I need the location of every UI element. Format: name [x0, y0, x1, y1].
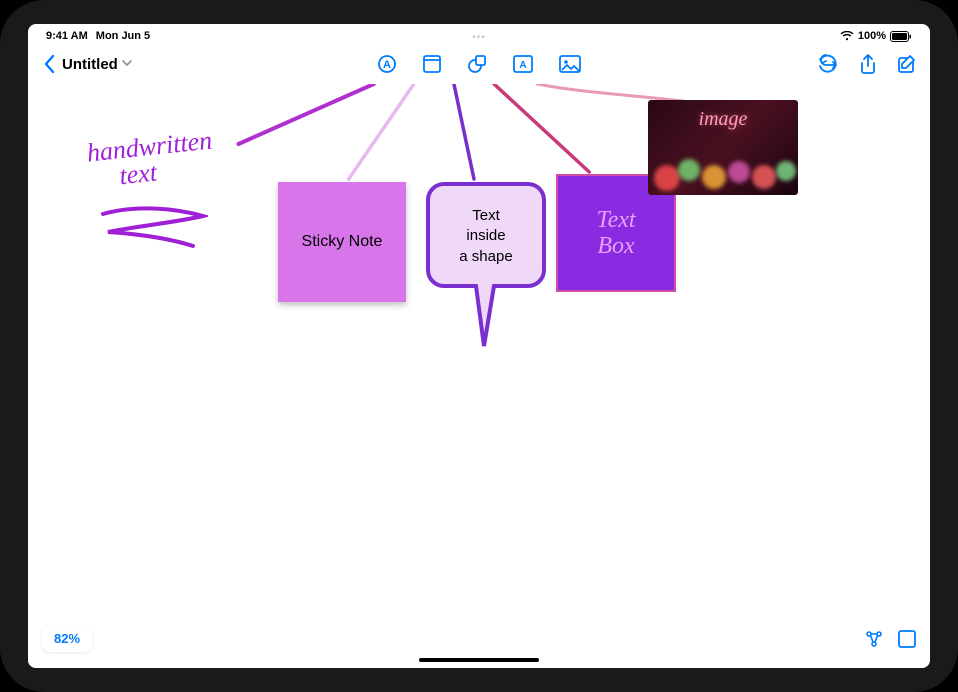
- shapes-tool-button[interactable]: [467, 54, 487, 74]
- bokeh-dot: [728, 161, 750, 183]
- bokeh-dot: [752, 165, 776, 189]
- handwriting-line2: text: [88, 158, 158, 194]
- undo-button[interactable]: [818, 54, 838, 74]
- bokeh-dot: [702, 165, 726, 189]
- top-toolbar: ••• Untitled A: [28, 44, 930, 84]
- bokeh-dot: [654, 165, 680, 191]
- sticky-note-text: Sticky Note: [302, 233, 383, 251]
- battery-percentage: 100%: [858, 30, 886, 42]
- wifi-icon: [840, 31, 854, 41]
- media-tool-button[interactable]: [559, 55, 581, 73]
- battery-icon: [890, 31, 912, 42]
- chevron-down-icon: [122, 59, 132, 70]
- share-button[interactable]: [860, 54, 876, 74]
- multitasking-dots-icon[interactable]: •••: [472, 32, 486, 43]
- sticky-note-tool-button[interactable]: [423, 55, 441, 73]
- handwriting-underline-stroke: [98, 204, 208, 254]
- home-indicator[interactable]: [419, 658, 539, 662]
- textbox-line2: Box: [597, 233, 634, 259]
- status-time: 9:41 AM: [46, 30, 88, 42]
- bokeh-dot: [776, 161, 796, 181]
- compose-button[interactable]: [898, 55, 916, 73]
- collaboration-cursor-button[interactable]: [864, 629, 884, 654]
- ipad-device-frame: 9:41 AM Mon Jun 5 100% ••• U: [0, 0, 958, 692]
- handwritten-text[interactable]: handwritten text: [86, 128, 216, 193]
- freeform-canvas[interactable]: handwritten text Sticky Note Text inside: [28, 84, 930, 668]
- shape-text-line3: a shape: [459, 248, 512, 265]
- text-box-tool-button[interactable]: A: [513, 55, 533, 73]
- zoom-level-button[interactable]: 82%: [42, 625, 92, 652]
- image-caption: image: [648, 108, 798, 131]
- back-button[interactable]: [42, 54, 56, 74]
- sticky-note[interactable]: Sticky Note: [278, 182, 406, 302]
- screen: 9:41 AM Mon Jun 5 100% ••• U: [28, 24, 930, 668]
- svg-text:A: A: [519, 60, 526, 71]
- inserted-image[interactable]: image: [648, 100, 798, 195]
- speech-bubble-shape[interactable]: Text inside a shape: [424, 180, 548, 365]
- bokeh-dot: [678, 159, 700, 181]
- textbox-line1: Text: [596, 207, 635, 233]
- board-title-text: Untitled: [62, 56, 118, 73]
- shape-text-line2: inside: [466, 227, 505, 244]
- minimap-toggle-button[interactable]: [898, 630, 916, 653]
- status-date: Mon Jun 5: [96, 30, 150, 42]
- board-title-dropdown[interactable]: Untitled: [62, 56, 132, 73]
- shape-text-line1: Text: [472, 207, 500, 224]
- zoom-value: 82%: [54, 631, 80, 646]
- pen-tool-button[interactable]: A: [377, 54, 397, 74]
- svg-text:A: A: [383, 59, 391, 71]
